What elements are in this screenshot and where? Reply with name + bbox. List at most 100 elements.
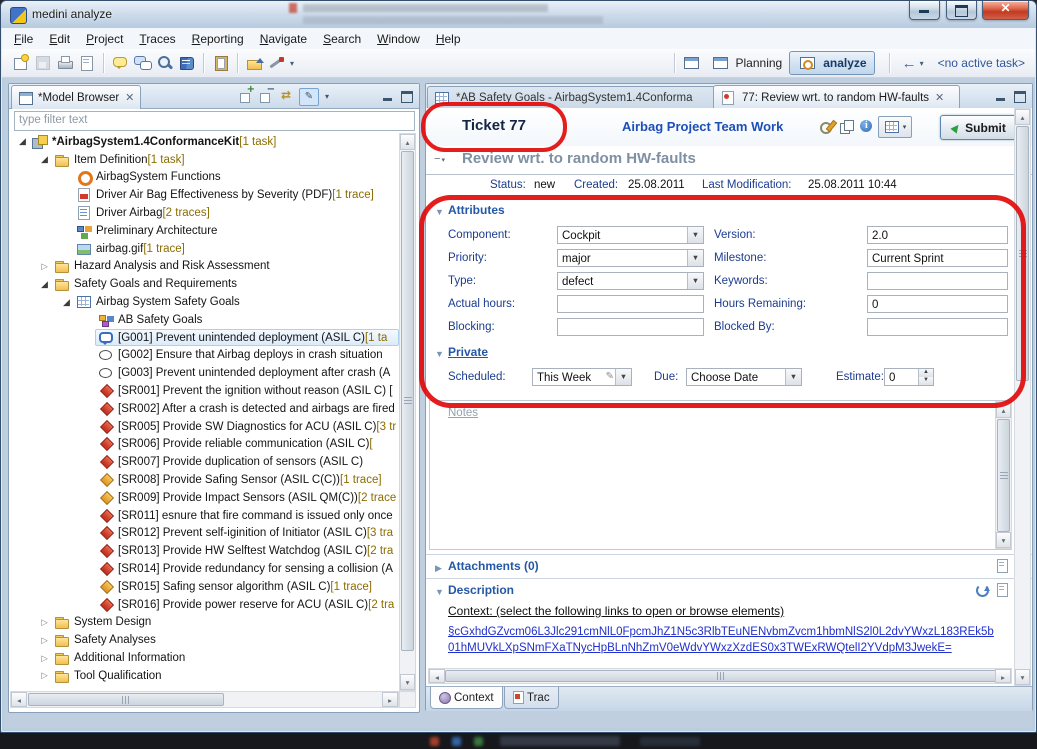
section-collapse-icon[interactable]: ▼	[435, 207, 444, 217]
form-vertical-scrollbar[interactable]: ▴ ▾	[1014, 108, 1031, 686]
copy-icon[interactable]	[838, 118, 854, 134]
trace-comment-icon[interactable]	[112, 54, 130, 72]
open-perspective-icon[interactable]	[683, 54, 701, 72]
scheduled-combo[interactable]: This Week ✎ ▼	[532, 368, 632, 386]
keywords-field[interactable]	[867, 272, 1008, 290]
menu-reporting[interactable]: Reporting	[184, 29, 252, 49]
chevron-down-icon[interactable]: ▼	[687, 250, 703, 266]
reporting-book-icon[interactable]	[178, 54, 196, 72]
tree-item[interactable]: [SR007] Provide duplication of sensors (…	[10, 453, 399, 471]
tree-item[interactable]: [G001] Prevent unintended deployment (AS…	[10, 329, 399, 347]
report-search-icon[interactable]	[156, 54, 174, 72]
expand-arrow-icon[interactable]: ▷	[38, 653, 51, 664]
tree-item[interactable]: [SR011] esnure that fire command is issu…	[10, 507, 399, 525]
new-icon[interactable]	[12, 54, 30, 72]
description-section-title[interactable]: Description	[448, 583, 514, 597]
tree-item[interactable]: ▷Tool Qualification	[10, 667, 399, 685]
menu-navigate[interactable]: Navigate	[252, 29, 315, 49]
scrollbar-thumb[interactable]	[1016, 126, 1029, 381]
minimize-window-button[interactable]	[909, 1, 940, 20]
spinner-down-icon[interactable]: ▼	[918, 377, 933, 385]
minimize-view-icon[interactable]	[379, 87, 397, 105]
tree-item[interactable]: ◢Airbag System Safety Goals	[10, 293, 399, 311]
refresh-icon[interactable]	[974, 582, 990, 598]
version-field[interactable]: 2.0	[867, 226, 1008, 244]
view-menu-icon[interactable]: ▾	[325, 92, 329, 101]
notes-scrollbar[interactable]: ▴ ▾	[995, 401, 1012, 549]
team-link[interactable]: Airbag Project Team Work	[622, 119, 783, 134]
milestone-field[interactable]: Current Sprint	[867, 249, 1008, 267]
presentation-dropdown-button[interactable]: ▾	[878, 116, 912, 138]
scrollbar-thumb[interactable]	[28, 693, 224, 706]
menu-traces[interactable]: Traces	[131, 29, 183, 49]
back-dropdown-icon[interactable]: ▾	[920, 59, 924, 68]
tree-item[interactable]: [SR015] Safing sensor algorithm (ASIL C)…	[10, 578, 399, 596]
tree-item[interactable]: Driver Airbag [2 traces]	[10, 204, 399, 222]
menu-edit[interactable]: Edit	[41, 29, 78, 49]
private-section-title[interactable]: Private	[448, 345, 488, 359]
priority-combo[interactable]: major ▼	[557, 249, 704, 267]
tree-item[interactable]: [SR006] Provide reliable communication (…	[10, 436, 399, 454]
repository-settings-icon[interactable]	[818, 118, 834, 134]
close-view-icon[interactable]: ✕	[125, 92, 134, 103]
scrollbar-thumb[interactable]	[445, 670, 997, 682]
tree-item[interactable]: airbag.gif [1 trace]	[10, 240, 399, 258]
menu-file[interactable]: File	[6, 29, 41, 49]
tools-dropdown-icon[interactable]: ▾	[290, 59, 294, 68]
spinner-up-icon[interactable]: ▲	[918, 369, 933, 377]
blocking-field[interactable]	[557, 318, 704, 336]
info-icon[interactable]	[858, 118, 874, 134]
scroll-down-icon[interactable]: ▾	[400, 674, 415, 690]
section-collapse-icon[interactable]: ▼	[435, 587, 444, 597]
scroll-left-icon[interactable]: ◂	[429, 669, 445, 683]
section-expand-icon[interactable]: ▶	[435, 563, 442, 574]
tree-item[interactable]: ◢*AirbagSystem1.4ConformanceKit [1 task]	[10, 133, 399, 151]
tree-item[interactable]: [SR001] Prevent the ignition without rea…	[10, 382, 399, 400]
attributes-section-title[interactable]: Attributes	[448, 203, 505, 217]
page-tab-context[interactable]: Context	[430, 687, 503, 709]
tree-item[interactable]: [SR016] Provide power reserve for ACU (A…	[10, 596, 399, 614]
edit-description-icon[interactable]	[994, 582, 1010, 598]
chevron-down-icon[interactable]: ▼	[687, 227, 703, 243]
scrollbar-thumb[interactable]	[997, 419, 1010, 532]
link-with-editor-icon[interactable]: ⇄	[277, 87, 295, 105]
maximize-window-button[interactable]	[946, 1, 977, 20]
tree-item[interactable]: ◢Item Definition [1 task]	[10, 151, 399, 169]
tree-vertical-scrollbar[interactable]: ▴ ▾	[399, 133, 416, 691]
trace-links-icon[interactable]	[134, 54, 152, 72]
filter-input[interactable]: type filter text	[14, 111, 415, 131]
chevron-down-icon[interactable]: ▼	[615, 369, 631, 385]
estimate-spinner[interactable]: 0 ▲ ▼	[884, 368, 934, 386]
minimize-editor-icon[interactable]	[992, 87, 1010, 105]
collapse-handle-icon[interactable]: −▾	[434, 153, 446, 165]
collapse-arrow-icon[interactable]: ◢	[60, 297, 73, 308]
blocked-by-field[interactable]	[867, 318, 1008, 336]
edit-pencil-icon[interactable]: ✎	[606, 369, 614, 385]
notes-textarea[interactable]: Notes ▴ ▾	[429, 400, 1012, 550]
menu-help[interactable]: Help	[428, 29, 469, 49]
hours-remaining-field[interactable]: 0	[867, 295, 1008, 313]
editor-tab-ticket[interactable]: 77: Review wrt. to random HW-faults ✕	[713, 85, 960, 109]
description-link[interactable]: §cGxhdGZvcm06L3Jlc291cmNlL0FpcmJhZ1N5c3R…	[448, 624, 996, 656]
tree-item[interactable]: ▷Safety Analyses	[10, 631, 399, 649]
actual-hours-field[interactable]	[557, 295, 704, 313]
menu-window[interactable]: Window	[369, 29, 428, 49]
tree-item[interactable]: AirbagSystem Functions	[10, 169, 399, 187]
paste-icon[interactable]	[212, 54, 230, 72]
tools-icon[interactable]	[268, 54, 286, 72]
tree-item[interactable]: [SR005] Provide SW Diagnostics for ACU (…	[10, 418, 399, 436]
maximize-view-icon[interactable]	[398, 87, 416, 105]
section-collapse-icon[interactable]: ▼	[435, 349, 444, 359]
tree-item[interactable]: [G002] Ensure that Airbag deploys in cra…	[10, 347, 399, 365]
print-icon[interactable]	[56, 54, 74, 72]
scroll-up-icon[interactable]: ▴	[996, 402, 1011, 418]
menu-project[interactable]: Project	[78, 29, 131, 49]
scroll-up-icon[interactable]: ▴	[1015, 109, 1030, 125]
model-browser-tab[interactable]: *Model Browser ✕	[11, 85, 141, 109]
edit-mode-toggle-icon[interactable]: ✎	[299, 88, 319, 106]
perspective-planning[interactable]: Planning	[703, 52, 790, 74]
collapse-all-icon[interactable]	[257, 87, 275, 105]
tree-item[interactable]: AB Safety Goals	[10, 311, 399, 329]
expand-arrow-icon[interactable]: ▷	[38, 261, 51, 272]
type-combo[interactable]: defect ▼	[557, 272, 704, 290]
